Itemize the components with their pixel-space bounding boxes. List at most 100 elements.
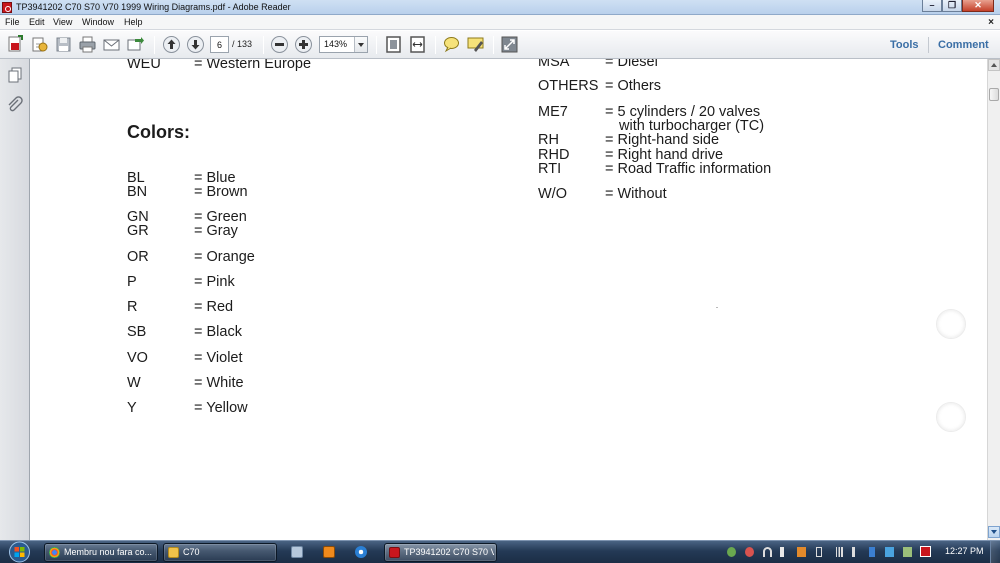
save-button[interactable]	[54, 35, 73, 54]
abbrev-code-weu: WEU	[127, 59, 161, 72]
window-controls: – ❐ ✕	[922, 0, 994, 13]
abbrev-desc: = Road Traffic information	[605, 161, 772, 177]
fit-width-button[interactable]	[408, 35, 427, 54]
scroll-thumb[interactable]	[989, 88, 999, 101]
volume-warning-icon[interactable]	[797, 547, 806, 557]
scroll-down-arrow[interactable]	[988, 526, 1000, 538]
media-player-icon[interactable]	[323, 546, 335, 558]
zoom-select[interactable]: 143%	[319, 36, 368, 53]
next-page-button[interactable]	[186, 35, 205, 54]
attachments-button[interactable]	[6, 96, 24, 114]
colors-heading: Colors:	[127, 122, 190, 142]
abbrev-code: W/O	[538, 186, 567, 202]
internet-explorer-icon[interactable]	[355, 546, 367, 558]
email-button[interactable]	[102, 35, 121, 54]
minimize-button[interactable]: –	[922, 0, 942, 12]
scan-speck	[716, 307, 718, 308]
full-screen-button[interactable]	[500, 35, 519, 54]
toolbar-separator	[263, 36, 264, 54]
create-pdf-button[interactable]	[6, 35, 25, 54]
menu-file[interactable]: File	[5, 16, 20, 29]
menu-view[interactable]: View	[53, 16, 72, 29]
open-button[interactable]	[30, 35, 49, 54]
comment-bubble-icon	[444, 37, 459, 53]
color-code: Y	[127, 400, 137, 416]
page-number-input[interactable]	[210, 36, 229, 53]
wifi-icon[interactable]	[763, 547, 772, 557]
comment-pane-link[interactable]: Comment	[938, 38, 989, 52]
antivirus-icon[interactable]	[745, 547, 754, 557]
abbrev-code: RTI	[538, 161, 562, 177]
color-desc: = Yellow	[194, 400, 248, 416]
close-icon: ✕	[974, 0, 982, 10]
abbrev-desc: = Without	[605, 186, 667, 202]
color-desc: = Black	[194, 324, 242, 340]
color-desc: = Red	[194, 299, 234, 315]
sticky-note-button[interactable]	[442, 35, 461, 54]
start-button[interactable]	[6, 541, 33, 563]
collaborate-button[interactable]	[126, 35, 145, 54]
zoom-out-button[interactable]	[270, 35, 289, 54]
chevron-down-icon[interactable]	[354, 37, 367, 52]
system-clock[interactable]: 12:27 PM	[945, 545, 984, 558]
zoom-out-icon	[271, 36, 288, 53]
fit-page-button[interactable]	[384, 35, 403, 54]
maximize-button[interactable]: ❐	[942, 0, 962, 12]
flag-icon[interactable]	[780, 547, 784, 557]
color-code: VO	[127, 350, 148, 366]
color-code: OR	[127, 249, 149, 265]
scroll-up-arrow[interactable]	[988, 59, 1000, 71]
close-window-button[interactable]: ✕	[962, 0, 994, 12]
signal-bars-icon[interactable]	[834, 547, 843, 557]
document-view[interactable]: WEU = Western Europe Colors: BL = Blue B…	[31, 59, 987, 540]
tools-pane-link[interactable]: Tools	[890, 38, 919, 52]
taskbar-item-chrome[interactable]: Membru nou fara co...	[44, 543, 158, 562]
skype-icon[interactable]	[885, 547, 894, 557]
menu-edit[interactable]: Edit	[29, 16, 45, 29]
abbrev-desc: = Others	[605, 78, 662, 94]
highlight-button[interactable]	[466, 35, 485, 54]
toolbar-separator	[435, 36, 436, 54]
expand-icon	[501, 36, 518, 53]
adobe-reader-icon	[2, 2, 12, 13]
taskbar-item-folder[interactable]: C70	[163, 543, 277, 562]
network-globe-icon[interactable]	[727, 547, 736, 557]
b-app-icon[interactable]	[920, 546, 931, 557]
vertical-scrollbar[interactable]	[987, 59, 1000, 540]
abbrev-code: OTHERS	[538, 78, 599, 94]
toolbar: / 133 143% Tools Comment	[0, 31, 1000, 59]
show-desktop-button[interactable]	[990, 541, 1000, 563]
page-total: / 133	[232, 39, 253, 49]
menu-window[interactable]: Window	[82, 16, 114, 29]
abbrev-desc-weu: = Western Europe	[194, 59, 312, 72]
highlighter-icon	[467, 37, 484, 52]
toolbar-separator	[493, 36, 494, 54]
usb-device-icon[interactable]	[903, 547, 912, 557]
arrow-up-icon	[163, 36, 180, 53]
paperclip-icon	[8, 96, 23, 112]
zoom-in-button[interactable]	[294, 35, 313, 54]
battery-icon[interactable]	[816, 547, 822, 557]
color-desc: = Orange	[194, 249, 255, 265]
print-button[interactable]	[78, 35, 97, 54]
pages-icon	[8, 67, 22, 83]
page-thumbnails-button[interactable]	[6, 66, 24, 84]
color-code: R	[127, 299, 138, 315]
bluetooth-icon[interactable]	[869, 547, 875, 557]
abbrev-code: RH	[538, 132, 559, 148]
menu-help[interactable]: Help	[124, 16, 143, 29]
windows-start-icon	[9, 541, 30, 563]
taskbar-item-label: Membru nou fara co...	[64, 547, 153, 557]
arrow-down-icon	[187, 36, 204, 53]
punch-hole	[936, 309, 966, 339]
color-desc: = Violet	[194, 350, 243, 366]
save-icon	[56, 37, 71, 52]
speaker-icon[interactable]	[852, 547, 861, 557]
previous-page-button[interactable]	[162, 35, 181, 54]
taskbar-item-adobe-reader[interactable]: TP3941202 C70 S70 V...	[384, 543, 497, 562]
notepad-icon[interactable]	[291, 546, 303, 558]
close-document-button[interactable]: ×	[988, 16, 994, 29]
navigation-pane	[0, 59, 30, 540]
color-code: BN	[127, 184, 148, 200]
restore-icon: ❐	[947, 0, 957, 10]
